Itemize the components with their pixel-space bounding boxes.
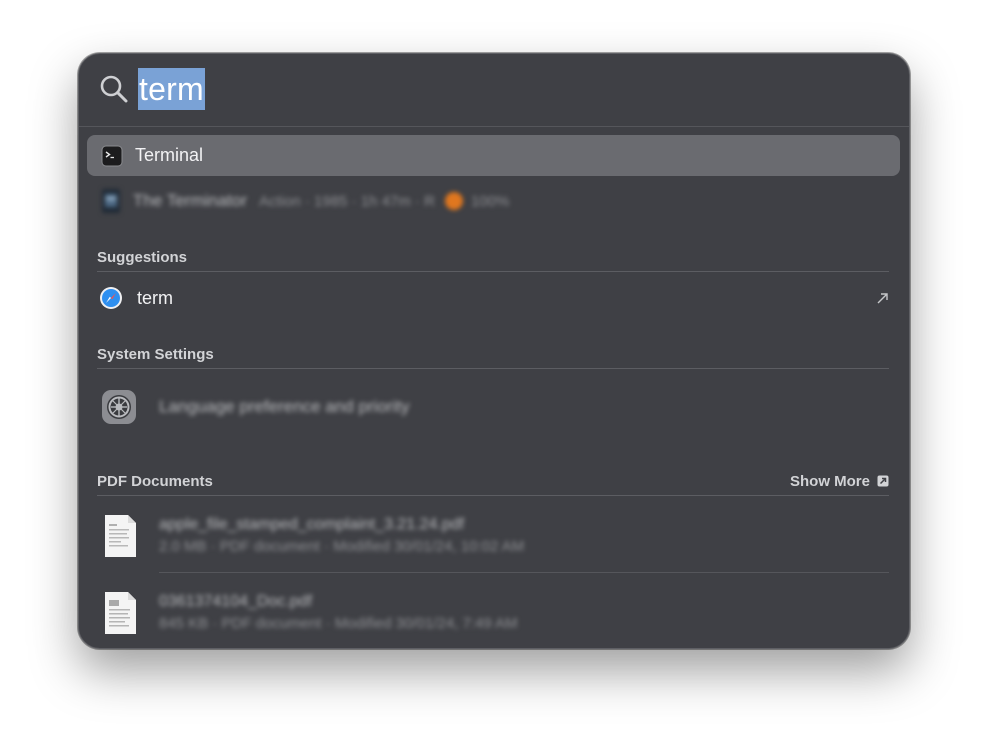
pdf-documents-header: PDF Documents Show More bbox=[97, 467, 889, 496]
settings-item-label: Language preference and priority bbox=[159, 397, 410, 416]
section-title: PDF Documents bbox=[97, 472, 213, 490]
result-row-terminal[interactable]: Terminal bbox=[87, 135, 900, 176]
terminal-icon bbox=[101, 145, 123, 166]
result-row-movie[interactable]: The Terminator Action · 1985 · 1h 47m · … bbox=[87, 182, 900, 220]
movie-meta: Action · 1985 · 1h 47m · R bbox=[259, 192, 435, 210]
pdf-document-icon bbox=[105, 515, 136, 557]
result-label: The Terminator bbox=[133, 191, 248, 210]
search-query-text[interactable]: term bbox=[138, 68, 205, 110]
spotlight-panel: term Terminal The Terminator Action · 19… bbox=[78, 53, 910, 649]
pdf-document-icon bbox=[105, 592, 136, 634]
result-label: Terminal bbox=[135, 145, 204, 165]
show-more-button[interactable]: Show More bbox=[790, 473, 889, 490]
settings-gear-icon bbox=[102, 390, 136, 424]
open-arrow-icon bbox=[877, 475, 889, 487]
settings-row[interactable]: Language preference and priority bbox=[87, 384, 900, 430]
search-icon bbox=[100, 75, 128, 103]
section-title: Suggestions bbox=[97, 248, 188, 266]
pdf-row[interactable]: 0361374104_Doc.pdf 845 KB · PDF document… bbox=[87, 586, 900, 640]
pdf-name: 0361374104_Doc.pdf bbox=[159, 593, 313, 610]
arrow-up-right-icon[interactable] bbox=[876, 291, 890, 305]
system-settings-header: System Settings bbox=[97, 340, 889, 369]
pdf-row[interactable]: apple_file_stamped_complaint_3.21.24.pdf… bbox=[87, 510, 900, 562]
pdf-name: apple_file_stamped_complaint_3.21.24.pdf bbox=[159, 516, 465, 533]
pdf-meta: 845 KB · PDF document · Modified 30/01/2… bbox=[159, 615, 518, 632]
suggestions-header: Suggestions bbox=[97, 243, 889, 272]
section-title: System Settings bbox=[97, 345, 214, 363]
pdf-meta: 2.0 MB · PDF document · Modified 30/01/2… bbox=[159, 538, 525, 555]
suggestion-row-term[interactable]: term bbox=[87, 281, 900, 315]
movie-score: 100% bbox=[470, 192, 510, 210]
show-more-label: Show More bbox=[789, 472, 870, 490]
suggestion-label: term bbox=[137, 287, 173, 308]
tomato-rating-icon bbox=[444, 192, 463, 210]
search-bar: term bbox=[79, 54, 909, 127]
safari-icon bbox=[100, 287, 122, 309]
row-divider bbox=[159, 572, 889, 573]
search-input[interactable]: term bbox=[138, 67, 205, 111]
movie-poster-icon bbox=[102, 189, 120, 213]
